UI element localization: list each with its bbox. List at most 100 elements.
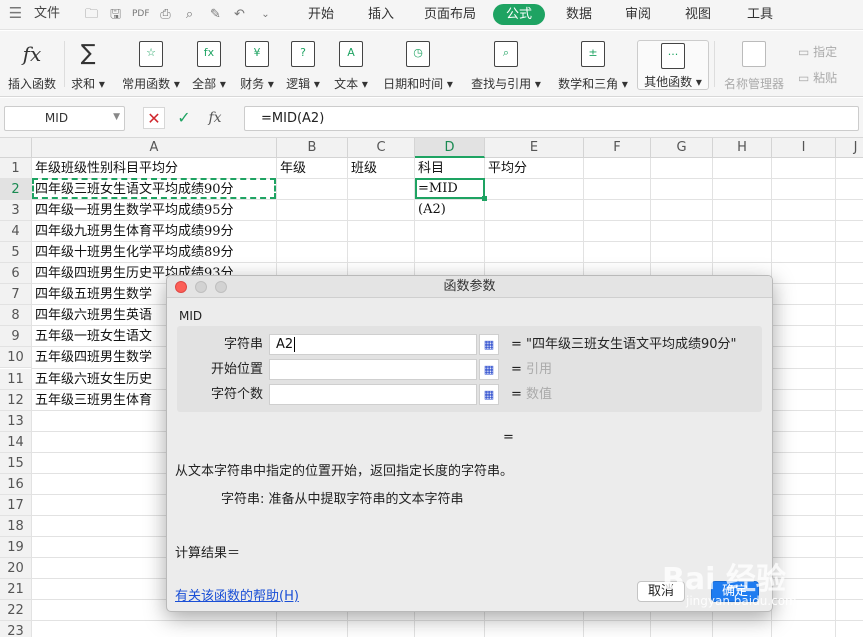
financial-button[interactable]: ¥ 财务 ▾ bbox=[236, 31, 278, 97]
cell-a1[interactable]: 年级班级性别科目平均分 bbox=[32, 158, 277, 179]
file-menu[interactable]: 文件 bbox=[34, 5, 60, 23]
cell-d3[interactable]: (A2) bbox=[415, 199, 485, 220]
cell-e1[interactable]: 平均分 bbox=[485, 158, 584, 179]
print-preview-icon[interactable]: ⌕ bbox=[182, 7, 197, 22]
baidu-watermark: Bai 经验 jingyan.baidu.com bbox=[662, 562, 797, 608]
more-chevron-icon[interactable]: ⌄ bbox=[258, 7, 273, 22]
row-header[interactable]: 16 bbox=[0, 473, 32, 495]
fill-handle[interactable] bbox=[482, 196, 487, 201]
range-select-icon[interactable]: ▦ bbox=[479, 334, 499, 355]
row-header[interactable]: 17 bbox=[0, 494, 32, 516]
tab-formulas[interactable]: 公式 bbox=[493, 4, 545, 25]
text-a-icon: A bbox=[339, 41, 363, 67]
column-header[interactable]: H bbox=[713, 138, 772, 158]
cell-a3[interactable]: 四年级一班男生数学平均成绩95分 bbox=[32, 200, 277, 221]
active-cell[interactable] bbox=[415, 178, 485, 199]
tab-review[interactable]: 审阅 bbox=[618, 4, 658, 25]
lookup-reference-button[interactable]: ⌕ 查找与引用 ▾ bbox=[466, 31, 546, 97]
hamburger-menu-icon[interactable]: ☰ bbox=[8, 6, 23, 21]
all-functions-button[interactable]: fx 全部 ▾ bbox=[188, 31, 230, 97]
row-header[interactable]: 3 bbox=[0, 200, 32, 222]
other-functions-button[interactable]: ··· 其他函数 ▾ bbox=[637, 40, 709, 90]
row-header[interactable]: 19 bbox=[0, 536, 32, 558]
column-header[interactable]: A bbox=[32, 138, 277, 158]
all-functions-icon: fx bbox=[197, 41, 221, 67]
tab-page-layout[interactable]: 页面布局 bbox=[419, 4, 481, 25]
row-header[interactable]: 4 bbox=[0, 221, 32, 243]
cell-b1[interactable]: 年级 bbox=[277, 158, 348, 179]
row-header[interactable]: 7 bbox=[0, 284, 32, 306]
print-icon[interactable]: ⎙ bbox=[158, 7, 173, 22]
tab-home[interactable]: 开始 bbox=[299, 4, 343, 25]
fx-icon[interactable]: fx bbox=[204, 107, 226, 129]
column-header[interactable]: I bbox=[772, 138, 836, 158]
insert-function-button[interactable]: fx 插入函数 bbox=[4, 31, 60, 97]
row-header[interactable]: 1 bbox=[0, 158, 32, 179]
tab-tools[interactable]: 工具 bbox=[740, 4, 780, 25]
cell-a4[interactable]: 四年级九班男生体育平均成绩99分 bbox=[32, 221, 277, 242]
column-header[interactable]: F bbox=[584, 138, 651, 158]
common-functions-button[interactable]: ☆ 常用函数 ▾ bbox=[116, 31, 186, 97]
paste-name-button[interactable]: ▭ 粘贴 bbox=[798, 69, 837, 87]
row-header[interactable]: 14 bbox=[0, 431, 32, 453]
row-header[interactable]: 8 bbox=[0, 305, 32, 327]
close-window-icon[interactable] bbox=[175, 281, 187, 293]
formula-bar: MID ▼ ✕ ✓ fx =MID(A2) bbox=[0, 98, 863, 138]
row-header[interactable]: 2 bbox=[0, 179, 32, 201]
cell-c1[interactable]: 班级 bbox=[348, 158, 415, 179]
num-chars-arg-input[interactable] bbox=[269, 384, 477, 405]
tab-data[interactable]: 数据 bbox=[559, 4, 599, 25]
row-header[interactable]: 11 bbox=[0, 368, 32, 390]
math-trig-button[interactable]: ± 数学和三角 ▾ bbox=[553, 31, 633, 97]
select-all-corner[interactable] bbox=[0, 138, 32, 158]
row-header[interactable]: 12 bbox=[0, 389, 32, 411]
tab-view[interactable]: 视图 bbox=[678, 4, 718, 25]
name-manager-button[interactable]: 名称管理器 bbox=[720, 31, 788, 97]
column-header[interactable]: J bbox=[836, 138, 863, 158]
minimize-window-icon bbox=[195, 281, 207, 293]
arg-result-numchars: = 数值 bbox=[511, 387, 553, 402]
range-select-icon[interactable]: ▦ bbox=[479, 359, 499, 380]
formula-input[interactable]: =MID(A2) bbox=[244, 106, 859, 131]
undo-icon[interactable]: ↶ bbox=[232, 7, 247, 22]
calculation-result: 计算结果＝ bbox=[175, 546, 241, 561]
autosum-button[interactable]: ∑ 求和 ▾ bbox=[68, 31, 108, 97]
column-header[interactable]: E bbox=[485, 138, 584, 158]
row-header[interactable]: 23 bbox=[0, 621, 32, 637]
range-select-icon[interactable]: ▦ bbox=[479, 384, 499, 405]
row-header[interactable]: 20 bbox=[0, 557, 32, 579]
name-box[interactable]: MID ▼ bbox=[4, 106, 125, 131]
arg-label-numchars: 字符个数 bbox=[210, 387, 263, 402]
save-icon[interactable]: 🖫 bbox=[108, 7, 123, 22]
argument-description: 字符串: 准备从中提取字符串的文本字符串 bbox=[221, 492, 464, 507]
row-header[interactable]: 9 bbox=[0, 326, 32, 348]
function-help-link[interactable]: 有关该函数的帮助(H) bbox=[175, 585, 299, 604]
cell-a5[interactable]: 四年级十班男生化学平均成绩89分 bbox=[32, 242, 277, 263]
confirm-formula-icon[interactable]: ✓ bbox=[173, 107, 195, 129]
common-functions-icon: ☆ bbox=[139, 41, 163, 67]
logical-button[interactable]: ? 逻辑 ▾ bbox=[282, 31, 324, 97]
text-functions-button[interactable]: A 文本 ▾ bbox=[330, 31, 372, 97]
row-header[interactable]: 10 bbox=[0, 347, 32, 369]
column-header[interactable]: B bbox=[277, 138, 348, 158]
date-time-button[interactable]: ◷ 日期和时间 ▾ bbox=[380, 31, 456, 97]
start-num-arg-input[interactable] bbox=[269, 359, 477, 380]
row-header[interactable]: 5 bbox=[0, 242, 32, 264]
define-name-button[interactable]: ▭ 指定 bbox=[798, 43, 837, 61]
export-pdf-icon[interactable]: PDF bbox=[132, 7, 150, 22]
row-header[interactable]: 13 bbox=[0, 410, 32, 432]
cancel-formula-icon[interactable]: ✕ bbox=[143, 107, 165, 129]
row-header[interactable]: 18 bbox=[0, 515, 32, 537]
text-arg-input[interactable]: A2 bbox=[269, 334, 477, 355]
row-header[interactable]: 15 bbox=[0, 452, 32, 474]
format-painter-icon[interactable]: ✎ bbox=[208, 7, 223, 22]
open-folder-icon[interactable]: 🗀 bbox=[84, 7, 99, 22]
column-header[interactable]: D bbox=[415, 138, 485, 158]
row-header[interactable]: 6 bbox=[0, 263, 32, 285]
row-header[interactable]: 21 bbox=[0, 579, 32, 600]
cell-d1[interactable]: 科目 bbox=[415, 158, 485, 179]
column-header[interactable]: G bbox=[651, 138, 713, 158]
tab-insert[interactable]: 插入 bbox=[361, 4, 401, 25]
column-header[interactable]: C bbox=[348, 138, 415, 158]
row-header[interactable]: 22 bbox=[0, 600, 32, 622]
